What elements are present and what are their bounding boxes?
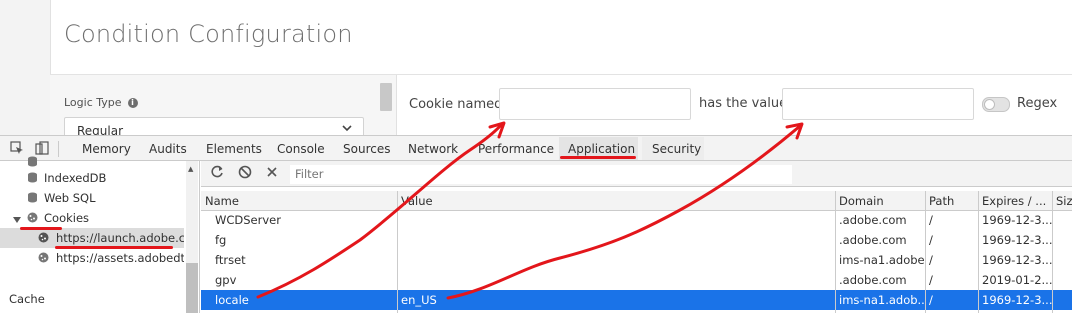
annotation-arrows <box>256 121 804 300</box>
annotation-arrow-name <box>256 122 504 299</box>
annotation-arrow-value <box>446 124 802 300</box>
